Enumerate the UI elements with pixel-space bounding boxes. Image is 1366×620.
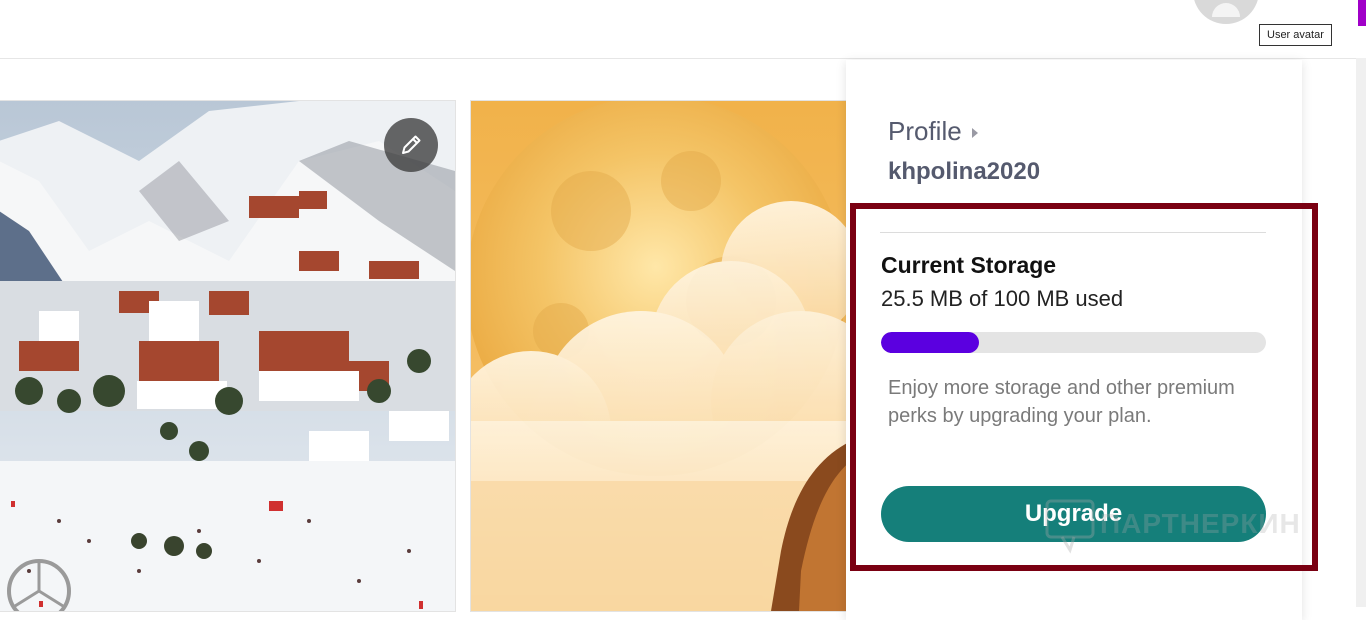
user-avatar[interactable] <box>1193 0 1259 24</box>
pencil-icon <box>402 135 421 154</box>
accent-edge <box>1358 0 1366 26</box>
scrollbar-track[interactable] <box>1356 58 1366 607</box>
edit-button[interactable] <box>384 118 438 172</box>
gallery-card[interactable] <box>0 100 456 612</box>
gallery-card[interactable] <box>470 100 852 612</box>
upgrade-button[interactable]: Upgrade <box>881 486 1266 542</box>
storage-progress-bar <box>881 332 1266 353</box>
divider <box>880 232 1266 233</box>
storage-title: Current Storage <box>881 252 1057 278</box>
storage-progress-fill <box>881 332 980 353</box>
header-title-cropped <box>230 0 490 2</box>
username: khpolina2020 <box>888 158 1041 185</box>
upgrade-promo-text: Enjoy more storage and other premium per… <box>888 377 1235 427</box>
chevron-right-icon <box>971 127 978 138</box>
profile-link[interactable]: Profile <box>888 116 978 147</box>
snowy-mountain-village-image <box>0 101 455 611</box>
golden-moon-clouds-image <box>471 101 851 611</box>
top-header: User avatar <box>0 0 1366 59</box>
avatar-tooltip: User avatar <box>1259 24 1332 46</box>
storage-used-text: 25.5 MB of 100 MB used <box>881 286 1124 311</box>
profile-label: Profile <box>888 116 962 146</box>
